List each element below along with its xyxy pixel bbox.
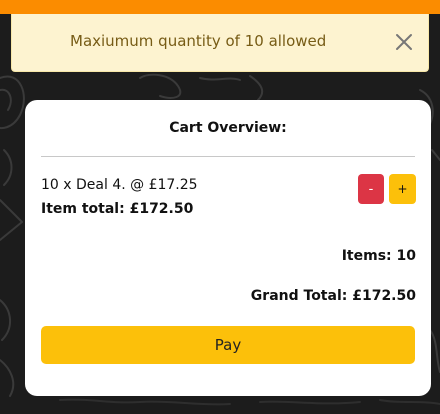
items-count: Items: 10 [341, 248, 416, 264]
close-icon[interactable] [394, 32, 414, 52]
increase-quantity-button[interactable]: + [389, 174, 416, 204]
pay-button[interactable]: Pay [41, 326, 415, 364]
cart-title: Cart Overview: [169, 120, 287, 136]
alert-message: Maxiumum quantity of 10 allowed [70, 32, 327, 50]
max-quantity-alert: Maxiumum quantity of 10 allowed [11, 14, 429, 72]
divider [41, 156, 415, 157]
cart-item-description: 10 x Deal 4. @ £17.25 [41, 177, 198, 193]
top-accent-bar [0, 0, 440, 14]
grand-total: Grand Total: £172.50 [250, 288, 416, 304]
cart-overview-card: Cart Overview: 10 x Deal 4. @ £17.25 Ite… [25, 100, 431, 396]
decrease-quantity-button[interactable]: - [358, 174, 384, 204]
cart-item-total: Item total: £172.50 [41, 201, 194, 217]
